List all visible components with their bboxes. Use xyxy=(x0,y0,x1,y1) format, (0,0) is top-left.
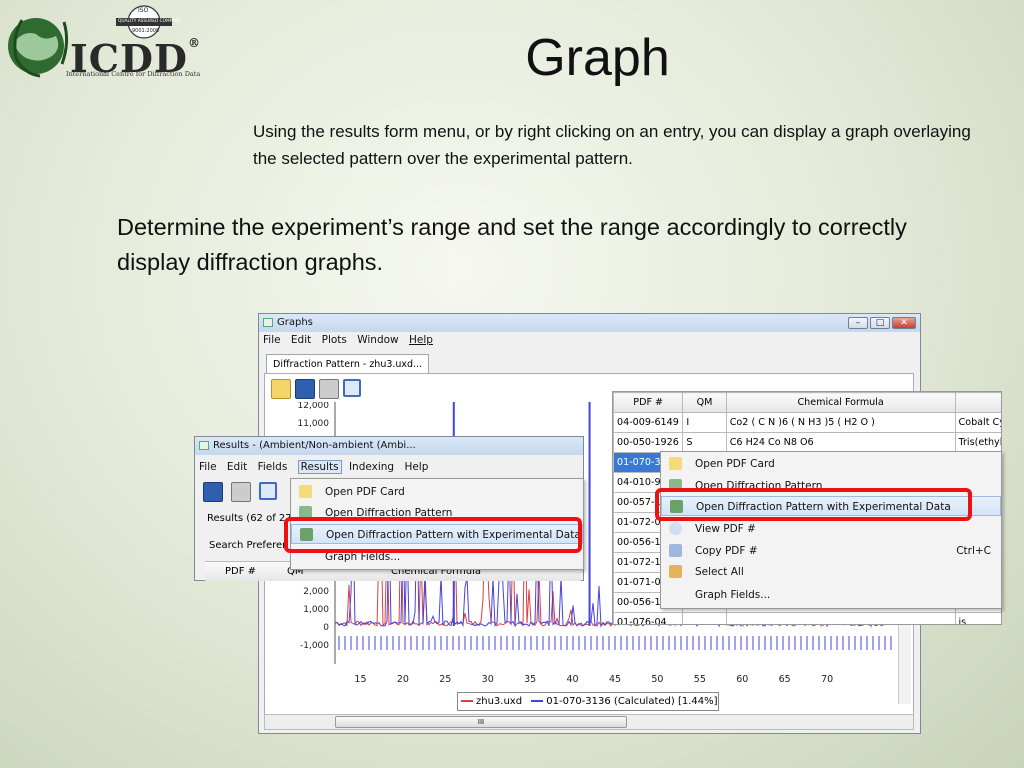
print-icon[interactable] xyxy=(231,482,251,502)
table-cell xyxy=(725,612,956,624)
x-tick-label: 25 xyxy=(439,674,451,685)
description-text: Using the results form menu, or by right… xyxy=(253,122,971,168)
menu-window[interactable]: Window xyxy=(357,334,398,346)
menu-plots[interactable]: Plots xyxy=(322,334,347,346)
col-header-name[interactable] xyxy=(954,392,1001,413)
folder-open-icon[interactable] xyxy=(271,379,291,399)
y-tick-label: 1,000 xyxy=(303,605,329,615)
table-cell xyxy=(682,612,727,624)
x-tick-label: 60 xyxy=(736,674,748,685)
x-tick-label: 20 xyxy=(397,674,409,685)
checklist-icon[interactable] xyxy=(259,482,277,500)
x-tick-label: 30 xyxy=(482,674,494,685)
pdf-card-icon xyxy=(669,457,682,470)
col-header-pdf[interactable]: PDF # xyxy=(613,392,684,413)
highlight-box-context xyxy=(655,488,972,521)
x-tick-label: 55 xyxy=(694,674,706,685)
copy-icon xyxy=(669,544,682,557)
results-titlebar[interactable]: Results - (Ambient/Non-ambient (Ambi... xyxy=(195,437,583,455)
table-cell: S xyxy=(682,432,727,453)
y-tick-label: 0 xyxy=(323,623,329,633)
x-tick-label: 40 xyxy=(567,674,579,685)
table-cell: Tris(ethyl xyxy=(954,432,1001,453)
legend-item-1: zhu3.uxd xyxy=(476,696,523,707)
maximize-button[interactable]: □ xyxy=(870,317,890,329)
menu-indexing[interactable]: Indexing xyxy=(349,461,394,473)
results-count: Results (62 of 27 xyxy=(207,513,292,524)
x-tick-label: 70 xyxy=(821,674,833,685)
y-tick-label: 2,000 xyxy=(303,587,329,597)
pdf-card-icon xyxy=(299,485,312,498)
menu-item-view-pdf[interactable]: View PDF # xyxy=(661,519,1001,539)
legend-swatch-red xyxy=(461,700,473,702)
menu-fields[interactable]: Fields xyxy=(258,461,288,473)
table-row[interactable]: 01-076-04 is xyxy=(613,612,1001,624)
scrollbar-thumb[interactable]: III xyxy=(335,716,627,728)
table-cell: is xyxy=(954,612,1001,624)
tab-diffraction-pattern[interactable]: Diffraction Pattern - zhu3.uxd... xyxy=(266,354,430,374)
search-preferences-label: Search Preferen xyxy=(209,540,289,551)
checklist-icon[interactable] xyxy=(343,379,361,397)
x-tick-label: 15 xyxy=(354,674,366,685)
x-tick-label: 65 xyxy=(779,674,791,685)
table-cell: 04-009-6149 xyxy=(613,412,684,433)
menu-edit[interactable]: Edit xyxy=(227,461,247,473)
table-row[interactable]: 04-009-6149 I Co2 ( C N )6 ( N H3 )5 ( H2 … xyxy=(613,412,1001,433)
save-icon[interactable] xyxy=(295,379,315,399)
col-header-pdf[interactable]: PDF # xyxy=(225,562,256,581)
table-cell: C6 H24 Co N8 O6 xyxy=(725,432,956,453)
highlight-box-results xyxy=(284,517,582,553)
menu-item-open-pdf-card[interactable]: Open PDF Card xyxy=(661,454,1001,474)
y-tick-label: -1,000 xyxy=(300,641,329,651)
close-button[interactable]: ✕ xyxy=(892,317,916,329)
col-header-formula[interactable]: Chemical Formula xyxy=(725,392,956,413)
table-cell: 00-050-1926 xyxy=(613,432,684,453)
menu-help[interactable]: Help xyxy=(409,334,433,346)
menu-item-select-all[interactable]: Select All xyxy=(661,562,1001,582)
table-cell: 01-076-04 xyxy=(613,612,684,624)
table-cell: Co2 ( C N )6 ( N H3 )5 ( H2 O ) xyxy=(725,412,956,433)
col-header-qm[interactable]: QM xyxy=(682,392,727,413)
print-icon[interactable] xyxy=(319,379,339,399)
table-cell: Cobalt Cy xyxy=(954,412,1001,433)
graphs-menubar: File Edit Plots Window Help xyxy=(259,332,920,348)
menu-item-copy-pdf[interactable]: Copy PDF # Ctrl+C xyxy=(661,541,1001,561)
menu-item-graph-fields[interactable]: Graph Fields... xyxy=(661,585,1001,605)
menu-file[interactable]: File xyxy=(263,334,281,346)
table-cell: I xyxy=(682,412,727,433)
x-tick-label: 50 xyxy=(651,674,663,685)
menu-help[interactable]: Help xyxy=(404,461,428,473)
legend-item-2: 01-070-3136 (Calculated) [1.44%] xyxy=(546,696,718,707)
table-row[interactable]: 00-050-1926 S C6 H24 Co N8 O6 Tris(ethyl xyxy=(613,432,1001,453)
horizontal-scrollbar[interactable]: III xyxy=(264,714,914,730)
y-tick-label: 12,000 xyxy=(298,402,330,411)
x-tick-label: 45 xyxy=(609,674,621,685)
results-menubar: File Edit Fields Results Indexing Help xyxy=(195,459,583,475)
save-icon[interactable] xyxy=(203,482,223,502)
page-title: Graph xyxy=(525,29,670,87)
x-tick-label: 35 xyxy=(524,674,536,685)
magnifier-icon xyxy=(669,522,682,535)
minimize-button[interactable]: – xyxy=(848,317,868,329)
menu-edit[interactable]: Edit xyxy=(291,334,311,346)
y-tick-label: 11,000 xyxy=(298,419,330,429)
menu-item-open-pdf-card[interactable]: Open PDF Card xyxy=(291,482,583,502)
legend-swatch-blue xyxy=(531,700,544,702)
context-menu: Open PDF Card Open Diffraction Pattern O… xyxy=(660,451,1002,609)
results-icon xyxy=(199,441,209,450)
select-all-icon xyxy=(669,565,682,578)
chart-legend: zhu3.uxd 01-070-3136 (Calculated) [1.44%… xyxy=(457,692,719,711)
graphs-titlebar[interactable]: Graphs – □ ✕ xyxy=(259,314,920,332)
menu-results[interactable]: Results xyxy=(297,460,342,474)
instruction-text: Determine the experiment’s range and set… xyxy=(117,214,907,275)
menu-file[interactable]: File xyxy=(199,461,217,473)
chart-icon xyxy=(263,318,273,327)
